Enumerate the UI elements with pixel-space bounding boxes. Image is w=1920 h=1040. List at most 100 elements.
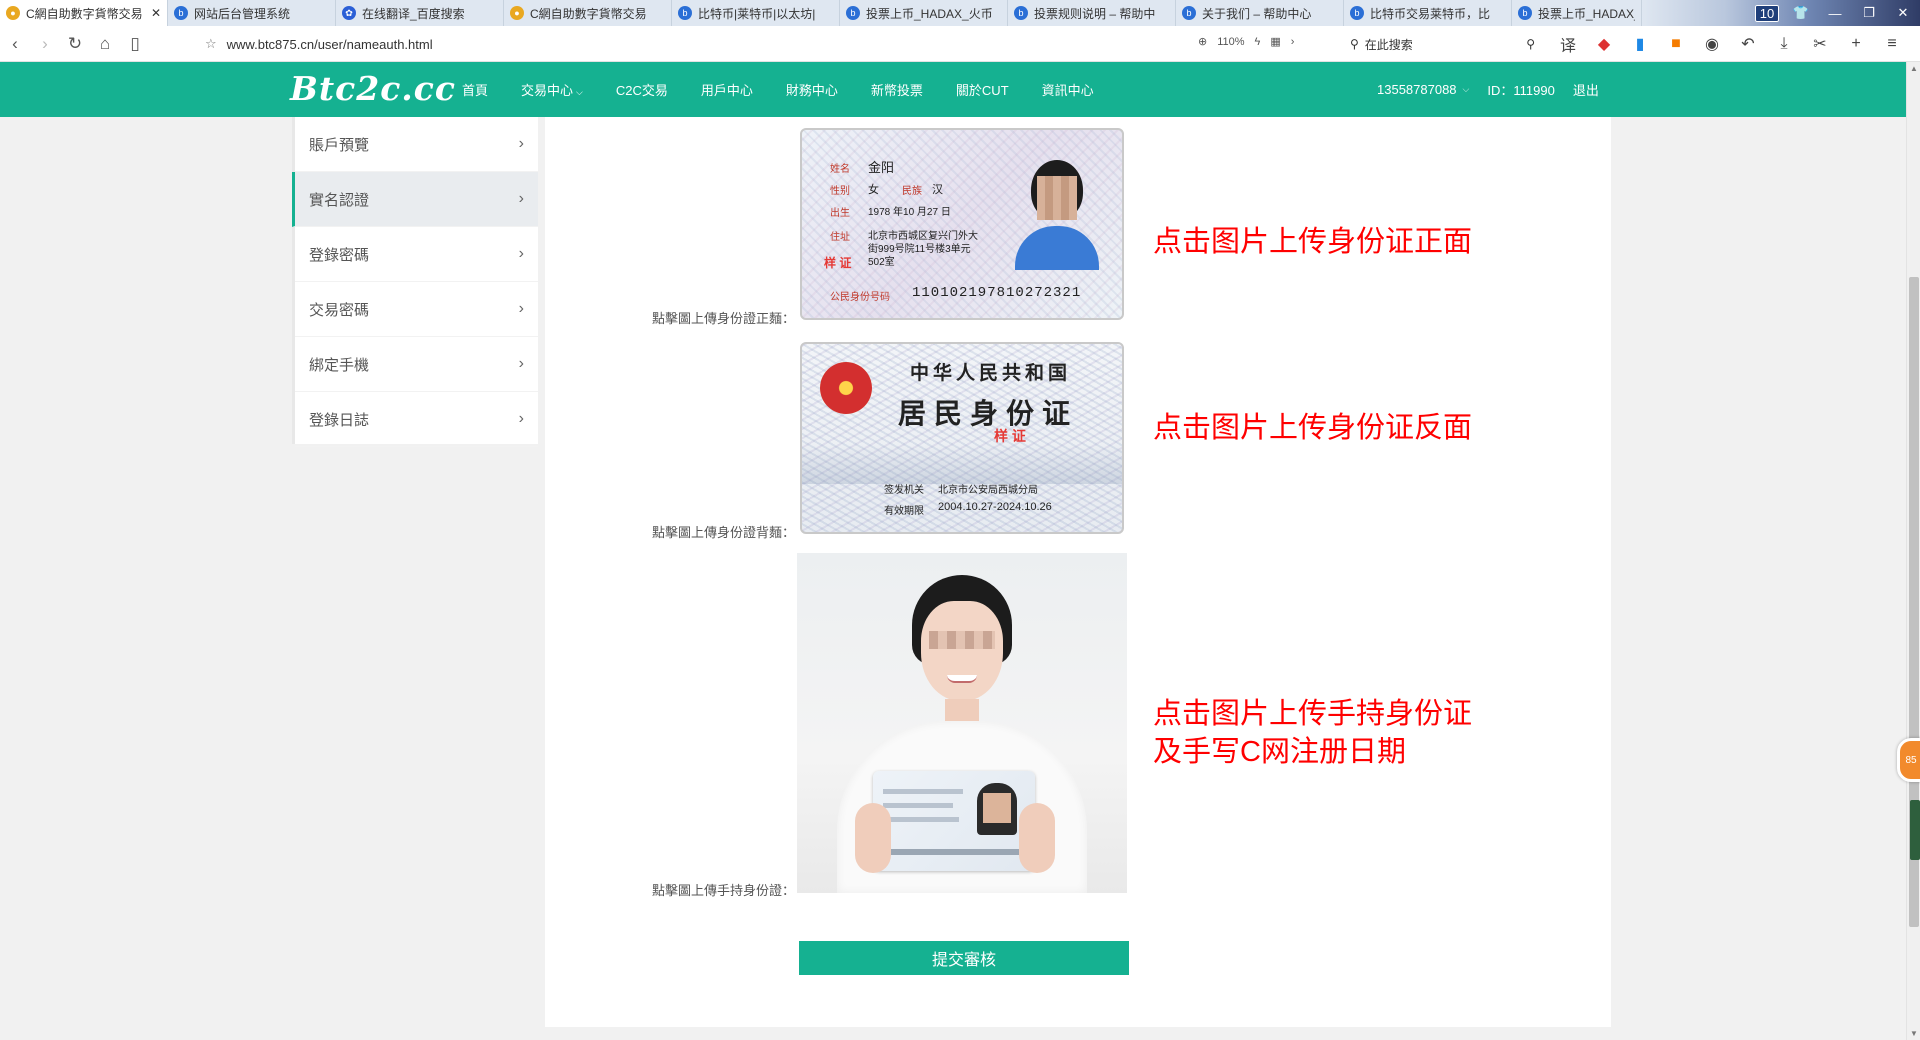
tab-title: 关于我们 – 帮助中心 xyxy=(1202,6,1312,21)
main-nav: 首頁 交易中心 ⌵ C2C交易 用戶中心 財務中心 新幣投票 關於CUT 資訊中心 xyxy=(462,62,1127,117)
nav-c2c[interactable]: C2C交易 xyxy=(616,80,668,99)
id-field-key: 签发机关 xyxy=(884,485,924,496)
sidebar-item-trade-password[interactable]: 交易密碼 › xyxy=(295,282,538,337)
zoom-indicator[interactable]: ⊕ 110% ϟ ▦ › xyxy=(1198,35,1295,49)
grid-icon[interactable]: ▦ xyxy=(1270,35,1280,48)
window-controls: 10 👕 — ❐ ✕ xyxy=(1750,0,1920,26)
sidebar-item-real-name-auth[interactable]: 實名認證 › xyxy=(292,172,538,227)
home-icon[interactable]: ⌂ xyxy=(90,34,120,54)
close-icon[interactable]: ✕ xyxy=(151,6,161,20)
browser-tab[interactable]: b 比特币交易莱特币，比 xyxy=(1344,0,1512,26)
magnifier-icon[interactable]: ⚲ xyxy=(1526,37,1535,51)
sidebar-item-login-log[interactable]: 登錄日誌 › xyxy=(295,392,538,447)
camera-icon[interactable]: ■ xyxy=(1658,35,1694,53)
id-valid-period: 2004.10.27-2024.10.26 xyxy=(938,501,1052,513)
tab-count: 10 xyxy=(1754,4,1780,22)
id-field-key: 民族 xyxy=(902,186,922,197)
logout-link[interactable]: 退出 xyxy=(1573,80,1599,99)
chat-icon[interactable]: ◉ xyxy=(1694,34,1730,54)
nav-home[interactable]: 首頁 xyxy=(462,80,488,99)
submit-review-button[interactable]: 提交審核 xyxy=(799,941,1129,975)
nav-news[interactable]: 資訊中心 xyxy=(1042,80,1094,99)
chevron-right-icon: › xyxy=(518,300,524,317)
reader-icon[interactable]: ▯ xyxy=(120,34,150,54)
browser-tab-bar: ● C網自助數字貨幣交易 ✕ b 网站后台管理系统 ✿ 在线翻译_百度搜索 ● C網自… xyxy=(0,0,1920,26)
menu-icon[interactable]: ≡ xyxy=(1874,35,1910,53)
chevron-down-icon[interactable]: ⌵ xyxy=(1463,84,1470,95)
browser-tab[interactable]: b 投票规则说明 – 帮助中 xyxy=(1008,0,1176,26)
nav-about[interactable]: 關於CUT xyxy=(956,80,1009,99)
nav-trade-center[interactable]: 交易中心 ⌵ xyxy=(521,80,583,99)
id-back-upload-image[interactable]: 中华人民共和国 居民身份证 样 证 签发机关 北京市公安局西城分局 有效期限 2… xyxy=(800,342,1124,534)
page-icon: b xyxy=(1182,6,1196,20)
forward-icon[interactable]: › xyxy=(30,34,60,54)
id-portrait xyxy=(1007,150,1107,270)
browser-search[interactable]: ⚲ 在此搜索 ⚲ xyxy=(1350,32,1535,56)
user-id: ID：111990 xyxy=(1487,83,1555,98)
hands xyxy=(855,803,891,873)
id-field-key: 住址 xyxy=(830,232,850,243)
browser-tab[interactable]: ● C網自助數字貨幣交易 xyxy=(504,0,672,26)
id-authority: 北京市公安局西城分局 xyxy=(938,485,1038,496)
address-bar[interactable]: ☆ www.btc875.cn/user/nameauth.html xyxy=(205,26,433,62)
minimize-icon[interactable]: — xyxy=(1818,6,1852,21)
floating-widget[interactable] xyxy=(1910,800,1920,860)
url-text[interactable]: www.btc875.cn/user/nameauth.html xyxy=(227,37,433,52)
id-number: 110102197810272321 xyxy=(912,285,1082,301)
lightning-icon[interactable]: ϟ xyxy=(1255,36,1261,48)
tab-count-badge[interactable]: 10 xyxy=(1750,4,1784,22)
window-close-icon[interactable]: ✕ xyxy=(1886,5,1920,21)
browser-tab[interactable]: b 投票上币_HADAX_火币 xyxy=(840,0,1008,26)
undo-icon[interactable]: ↶ xyxy=(1730,34,1766,54)
search-input[interactable]: 在此搜索 xyxy=(1359,36,1526,53)
sidebar-item-account-overview[interactable]: 賬戶預覽 › xyxy=(295,117,538,172)
browser-tab[interactable]: b 投票上币_HADAX_火币 xyxy=(1512,0,1642,26)
browser-tab[interactable]: ✿ 在线翻译_百度搜索 xyxy=(336,0,504,26)
browser-tab[interactable]: b 比特币|莱特币|以太坊| xyxy=(672,0,840,26)
sidebar-item-login-password[interactable]: 登錄密碼 › xyxy=(295,227,538,282)
id-front-upload-image[interactable]: 姓名 金阳 性别 女 民族 汉 出生 1978 年10 月27 日 住址 北京市… xyxy=(800,128,1124,320)
new-tab-icon[interactable]: + xyxy=(1838,35,1874,53)
scissors-icon[interactable]: ✂ xyxy=(1802,34,1838,54)
smile xyxy=(947,675,977,683)
id-back-label: 點擊圖上傳身份證背麵： xyxy=(651,525,795,540)
browser-tab[interactable]: b 网站后台管理系统 xyxy=(168,0,336,26)
star-icon[interactable]: ☆ xyxy=(205,36,217,52)
page-icon: b xyxy=(1014,6,1028,20)
id-hold-label: 點擊圖上傳手持身份證： xyxy=(651,883,795,898)
tab-title: 网站后台管理系统 xyxy=(194,6,291,21)
restore-icon[interactable]: ❐ xyxy=(1852,5,1886,21)
nav-vote[interactable]: 新幣投票 xyxy=(871,80,923,99)
site-logo[interactable]: Btc2c.cc xyxy=(290,69,456,108)
extension-cube-icon[interactable]: ◆ xyxy=(1586,34,1622,54)
browser-tab[interactable]: b 关于我们 – 帮助中心 xyxy=(1176,0,1344,26)
sidebar-item-label: 綁定手機 xyxy=(309,356,370,374)
scroll-up-icon[interactable]: ▲ xyxy=(1907,64,1920,73)
vertical-scrollbar[interactable]: ▲ ▼ xyxy=(1906,62,1920,1040)
id-field-key: 姓名 xyxy=(830,164,850,175)
nav-finance[interactable]: 財務中心 xyxy=(786,80,838,99)
user-box: 13558787088 ⌵ ID：111990 退出 xyxy=(1377,62,1599,117)
floating-badge[interactable]: 85 xyxy=(1897,738,1920,782)
tab-title: 投票规则说明 – 帮助中 xyxy=(1034,6,1156,21)
chevron-right-icon[interactable]: › xyxy=(1291,36,1295,48)
browser-tab[interactable]: ● C網自助數字貨幣交易 ✕ xyxy=(0,0,168,26)
tab-title: 比特币|莱特币|以太坊| xyxy=(698,6,816,21)
reload-icon[interactable]: ↻ xyxy=(60,34,90,54)
tab-title: C網自助數字貨幣交易 xyxy=(530,6,647,21)
annotation-hold-line1: 点击图片上传手持身份证 xyxy=(1153,698,1473,730)
scroll-down-icon[interactable]: ▼ xyxy=(1907,1029,1920,1038)
download-icon[interactable]: ⤓ xyxy=(1766,35,1802,53)
id-hold-upload-image[interactable] xyxy=(797,553,1127,893)
page-icon: b xyxy=(678,6,692,20)
tab-title: 投票上币_HADAX_火币 xyxy=(866,6,993,21)
coin-icon: ● xyxy=(6,6,20,20)
user-phone[interactable]: 13558787088 xyxy=(1377,82,1457,97)
skin-icon[interactable]: 👕 xyxy=(1784,5,1818,21)
back-icon[interactable]: ‹ xyxy=(0,34,30,54)
nav-user-center[interactable]: 用戶中心 xyxy=(701,80,753,99)
face xyxy=(921,601,1003,701)
translate-icon[interactable]: 译 xyxy=(1550,32,1586,56)
sidebar-item-bind-phone[interactable]: 綁定手機 › xyxy=(295,337,538,392)
phone-icon[interactable]: ▮ xyxy=(1622,34,1658,54)
